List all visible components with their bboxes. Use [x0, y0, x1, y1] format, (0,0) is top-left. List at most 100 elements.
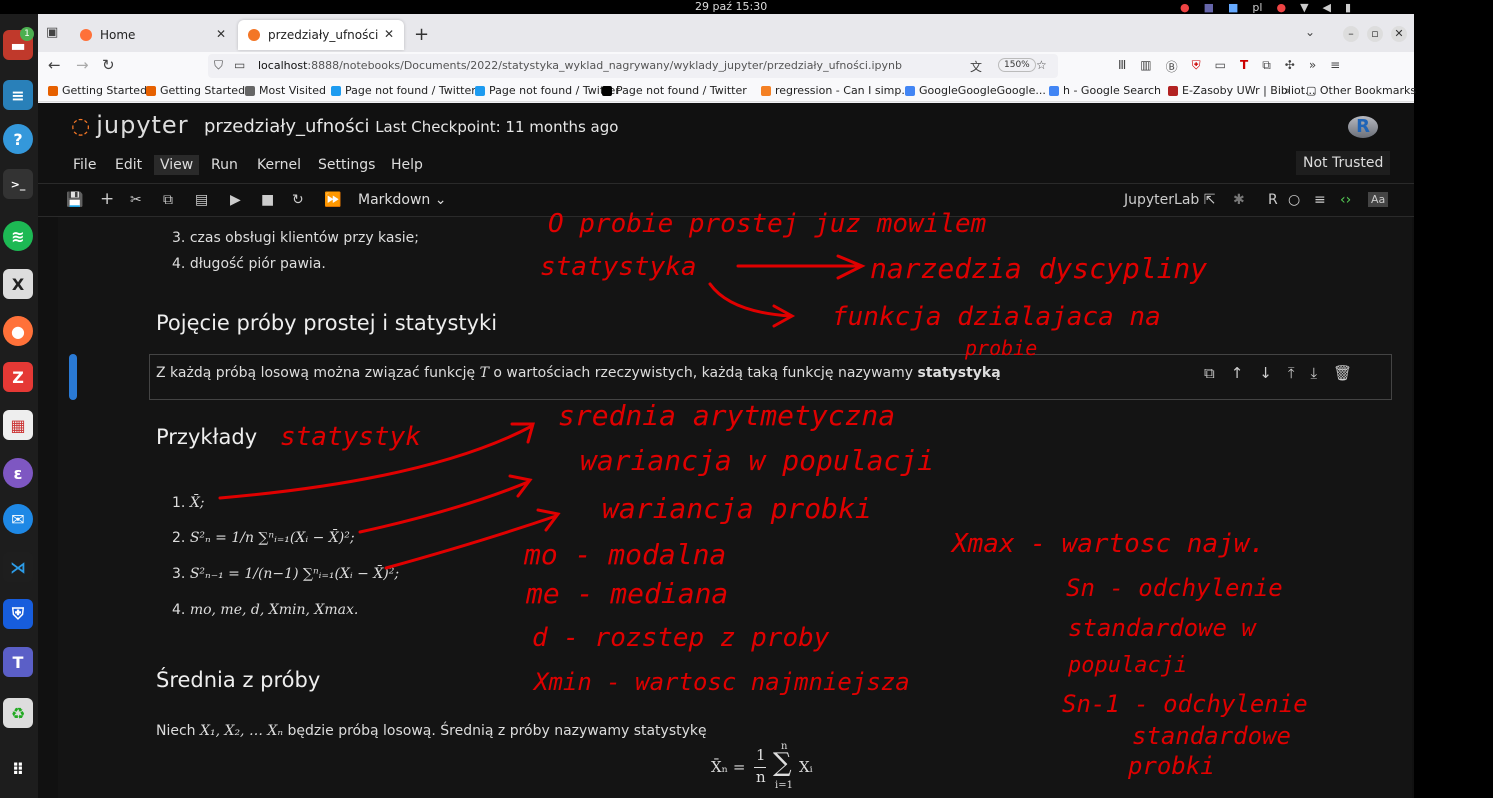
menu-edit[interactable]: Edit: [109, 155, 148, 175]
code-icon[interactable]: ‹›: [1340, 192, 1351, 208]
vscode-app-icon[interactable]: ⋊: [3, 552, 33, 582]
close-tab-icon[interactable]: ✕: [216, 27, 226, 41]
tab-overview-icon[interactable]: ▣: [46, 25, 58, 40]
debugger-icon[interactable]: ✱: [1233, 192, 1245, 208]
sidebar-icon[interactable]: ▥: [1140, 58, 1151, 75]
bookmark-item[interactable]: regression - Can I simp...: [761, 84, 912, 97]
microphone-icon[interactable]: ●: [1276, 1, 1286, 14]
add-cell-icon[interactable]: +: [100, 189, 114, 209]
volume-icon[interactable]: ◀: [1323, 1, 1331, 14]
url-text[interactable]: localhost:8888/notebooks/Documents/2022/…: [258, 59, 902, 72]
list-all-tabs-icon[interactable]: ⌄: [1305, 25, 1315, 39]
tray-app-icon[interactable]: ■: [1204, 1, 1214, 14]
menu-file[interactable]: File: [67, 155, 102, 175]
reader-icon[interactable]: ▭: [1215, 58, 1226, 75]
maximize-button[interactable]: ▫: [1367, 26, 1383, 42]
translate-icon[interactable]: 文: [970, 58, 982, 75]
bookmark-star-icon[interactable]: ☆: [1036, 58, 1047, 72]
shield-icon[interactable]: ⛉: [214, 58, 223, 73]
overflow-icon[interactable]: »: [1309, 58, 1316, 75]
bookmark-item[interactable]: Page not found / Twitter: [475, 84, 620, 97]
page-icon[interactable]: ▭: [234, 58, 245, 72]
new-tab-button[interactable]: +: [414, 24, 429, 45]
tray-app-icon[interactable]: ■: [1228, 1, 1238, 14]
close-tab-icon[interactable]: ✕: [384, 27, 394, 41]
stop-icon[interactable]: ■: [261, 192, 274, 208]
extension-icon[interactable]: ⧉: [1262, 58, 1271, 75]
move-down-icon[interactable]: ↓: [1259, 364, 1272, 382]
trash-app-icon[interactable]: ♻: [3, 698, 33, 728]
move-up-icon[interactable]: ↑: [1231, 364, 1244, 382]
cell-type-select[interactable]: Markdown ⌄: [358, 192, 446, 208]
restart-run-all-icon[interactable]: ⏩: [324, 192, 341, 208]
bookmark-item[interactable]: Getting Started: [146, 84, 245, 97]
extension-t-icon[interactable]: T: [1240, 58, 1248, 75]
list-text: czas obsługi klientów przy kasie;: [189, 230, 420, 246]
delete-cell-icon[interactable]: 🗑: [1333, 364, 1352, 382]
tab-home[interactable]: Home ✕: [70, 20, 236, 50]
help-app-icon[interactable]: ?: [3, 124, 33, 154]
show-apps-icon[interactable]: ⠿: [3, 754, 33, 784]
kernel-name[interactable]: R: [1268, 192, 1278, 208]
menu-run[interactable]: Run: [205, 155, 244, 175]
calculator-app-icon[interactable]: ▦: [3, 410, 33, 440]
bitwarden-app-icon[interactable]: ⛨: [3, 599, 33, 629]
zotero-app-icon[interactable]: Z: [3, 362, 33, 392]
insert-above-icon[interactable]: ⤒: [1288, 364, 1295, 382]
bookmark-item[interactable]: E-Zasoby UWr | Bibliot...: [1168, 84, 1316, 97]
battery-icon[interactable]: ▮: [1345, 1, 1351, 14]
tab-przedzialy-ufnosci[interactable]: przedziały_ufności ✕: [238, 20, 404, 50]
menu-view[interactable]: View: [154, 155, 200, 175]
other-bookmarks[interactable]: ▢ Other Bookmarks: [1306, 84, 1416, 97]
paste-icon[interactable]: ▤: [195, 192, 208, 208]
terminal-app-icon[interactable]: >_: [3, 169, 33, 199]
zoom-level[interactable]: 150%: [998, 58, 1036, 72]
bookmark-item[interactable]: Most Visited: [245, 84, 326, 97]
restart-icon[interactable]: ↻: [292, 192, 304, 208]
notebook-name[interactable]: przedziały_ufności: [204, 116, 369, 137]
reload-icon[interactable]: ↻: [102, 56, 115, 74]
cut-icon[interactable]: ✂: [130, 192, 142, 208]
forward-icon[interactable]: →: [76, 56, 89, 74]
hamburger-menu-icon[interactable]: ≡: [1330, 58, 1340, 75]
close-window-button[interactable]: ✕: [1391, 26, 1407, 42]
document-app-icon[interactable]: ≡: [3, 80, 33, 110]
wifi-icon[interactable]: ▼: [1300, 1, 1308, 14]
copy-icon[interactable]: ⧉: [163, 192, 173, 208]
bookmark-item[interactable]: h - Google Search: [1049, 84, 1161, 97]
bookmark-item[interactable]: Getting Started: [48, 84, 147, 97]
extension-b-icon[interactable]: Ⓑ: [1166, 58, 1178, 75]
bookmark-item[interactable]: GoogleGoogleGoogle...: [905, 84, 1046, 97]
duplicate-cell-icon[interactable]: ⧉: [1204, 364, 1215, 382]
insert-below-icon[interactable]: ⤓: [1311, 364, 1318, 382]
open-jupyterlab-button[interactable]: JupyterLab ⇱: [1124, 192, 1216, 208]
bookmark-item[interactable]: Page not found / Twitter: [602, 84, 747, 97]
bookmark-item[interactable]: Page not found / Twitter: [331, 84, 476, 97]
run-icon[interactable]: ▶: [230, 192, 241, 208]
back-icon[interactable]: ←: [48, 56, 61, 74]
puzzle-icon[interactable]: ✣: [1285, 58, 1295, 75]
notebook-title[interactable]: przedziały_ufności Last Checkpoint: 11 m…: [204, 116, 618, 137]
jupyter-logo[interactable]: ◌ jupyter: [71, 111, 189, 139]
active-cell-indicator[interactable]: [69, 354, 77, 400]
system-clock[interactable]: 29 paź 15:30: [695, 0, 767, 14]
keyboard-language[interactable]: pl: [1252, 1, 1262, 14]
library-icon[interactable]: Ⅲ: [1118, 58, 1126, 75]
emacs-app-icon[interactable]: ε: [3, 458, 33, 488]
teams-app-icon[interactable]: T: [3, 647, 33, 677]
save-icon[interactable]: 💾: [66, 192, 83, 208]
tray-app-icon[interactable]: ●: [1180, 1, 1190, 14]
minimize-button[interactable]: –: [1343, 26, 1359, 42]
toc-icon[interactable]: ≡: [1314, 192, 1326, 208]
x11-app-icon[interactable]: X: [3, 269, 33, 299]
menu-help[interactable]: Help: [385, 155, 429, 175]
ublock-icon[interactable]: ⛨: [1192, 58, 1201, 75]
url-bar[interactable]: ⛉ ▭ localhost:8888/notebooks/Documents/2…: [208, 54, 1058, 78]
menu-kernel[interactable]: Kernel: [251, 155, 307, 175]
thunderbird-app-icon[interactable]: ✉: [3, 504, 33, 534]
menu-settings[interactable]: Settings: [312, 155, 381, 175]
firefox-app-icon[interactable]: ●: [3, 316, 33, 346]
spotify-app-icon[interactable]: ≋: [3, 221, 33, 251]
trust-indicator[interactable]: Not Trusted: [1296, 151, 1391, 175]
property-inspector-icon[interactable]: Aa: [1368, 192, 1389, 207]
